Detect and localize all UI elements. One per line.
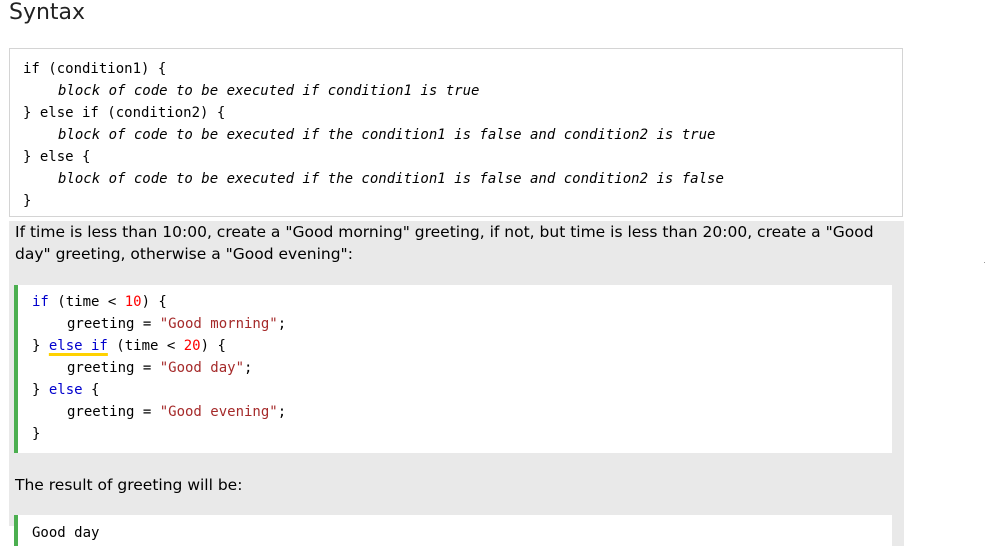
code-text: (time < xyxy=(48,294,125,310)
example-description: If time is less than 10:00, create a "Go… xyxy=(15,223,874,263)
panel-edge xyxy=(892,515,904,546)
syntax-line: } else { xyxy=(23,149,91,165)
code-text: greeting = xyxy=(67,360,160,376)
example-line: greeting = "Good day"; xyxy=(32,359,892,381)
code-text: } xyxy=(32,382,49,398)
example-line: if (time < 10) { xyxy=(32,293,892,315)
number-literal: 10 xyxy=(124,294,142,310)
code-text: } xyxy=(32,338,49,354)
example-code-block: if (time < 10) { greeting = "Good mornin… xyxy=(14,285,892,453)
code-text: ; xyxy=(244,360,253,376)
syntax-line: block of code to be executed if the cond… xyxy=(58,127,716,143)
syntax-line: if (condition1) { xyxy=(23,61,167,77)
code-text: greeting = xyxy=(67,316,160,332)
example-line: } else if (time < 20) { xyxy=(32,337,892,359)
code-text: ; xyxy=(277,404,287,420)
code-text: greeting = xyxy=(67,404,160,420)
page-heading: Syntax xyxy=(9,0,86,25)
syntax-line: block of code to be executed if the cond… xyxy=(58,171,724,187)
code-text: ; xyxy=(277,316,287,332)
page: Syntax if (condition1) { block of code t… xyxy=(0,0,985,546)
example-line: } xyxy=(32,425,892,447)
code-text: { xyxy=(82,382,100,398)
syntax-line: block of code to be executed if conditio… xyxy=(58,83,480,99)
spellcheck-underlined-keyword[interactable]: else if xyxy=(49,338,108,354)
code-text: (time < xyxy=(107,338,184,354)
string-literal: "Good morning" xyxy=(159,316,278,332)
code-text: ) { xyxy=(141,294,167,310)
string-literal: "Good evening" xyxy=(159,404,278,420)
keyword: if xyxy=(32,294,49,310)
code-text: } xyxy=(32,426,41,442)
code-text: ) { xyxy=(200,338,226,354)
result-description: The result of greeting will be: xyxy=(15,476,243,494)
syntax-code-block: if (condition1) { block of code to be ex… xyxy=(9,48,903,217)
keyword: else xyxy=(48,382,83,398)
string-literal: "Good day" xyxy=(159,360,245,376)
number-literal: 20 xyxy=(183,338,201,354)
syntax-line: } else if (condition2) { xyxy=(23,105,226,121)
example-line: greeting = "Good evening"; xyxy=(32,403,892,425)
result-value: Good day xyxy=(32,525,100,541)
result-output-block: Good day xyxy=(14,515,892,546)
example-line: greeting = "Good morning"; xyxy=(32,315,892,337)
example-line: } else { xyxy=(32,381,892,403)
syntax-line: } xyxy=(23,193,32,209)
